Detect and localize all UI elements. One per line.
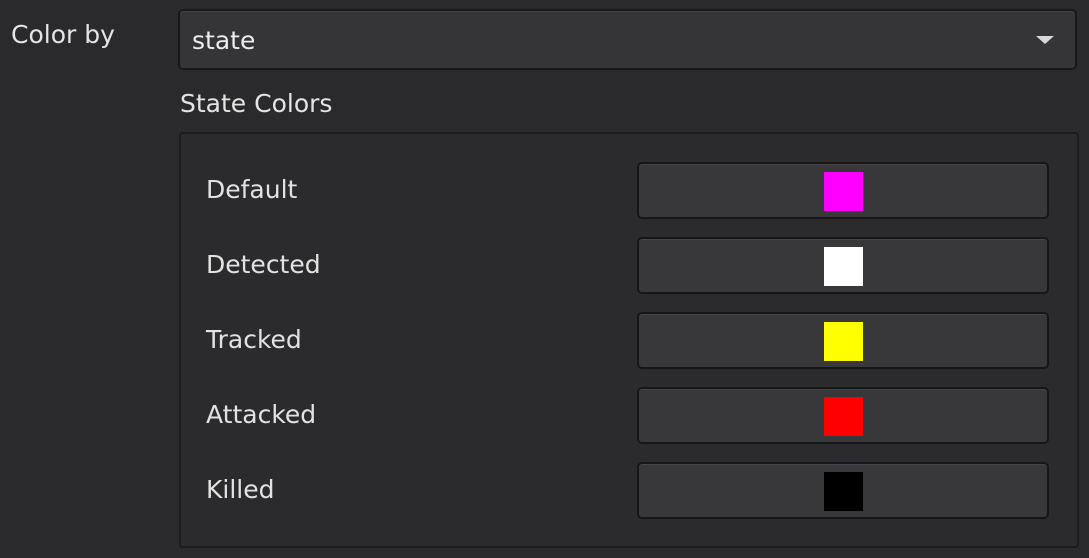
- chevron-down-icon: [1036, 36, 1054, 44]
- state-row-killed: Killed: [181, 462, 1077, 519]
- state-label-detected: Detected: [206, 250, 321, 279]
- attacked-color-swatch: [824, 397, 863, 436]
- attacked-color-button[interactable]: [637, 387, 1049, 444]
- state-label-tracked: Tracked: [206, 325, 302, 354]
- state-row-tracked: Tracked: [181, 312, 1077, 369]
- tracked-color-swatch: [824, 322, 863, 361]
- color-by-selected-value: state: [192, 26, 256, 55]
- state-colors-group: Default Detected Tracked Attacked Killed: [179, 132, 1079, 548]
- default-color-swatch: [824, 172, 863, 211]
- killed-color-swatch: [824, 472, 863, 511]
- detected-color-button[interactable]: [637, 237, 1049, 294]
- state-label-default: Default: [206, 175, 298, 204]
- detected-color-swatch: [824, 247, 863, 286]
- color-by-dropdown[interactable]: state: [178, 9, 1077, 70]
- killed-color-button[interactable]: [637, 462, 1049, 519]
- state-row-detected: Detected: [181, 237, 1077, 294]
- state-label-attacked: Attacked: [206, 400, 317, 429]
- state-row-default: Default: [181, 162, 1077, 219]
- state-colors-title: State Colors: [180, 89, 333, 118]
- state-label-killed: Killed: [206, 475, 275, 504]
- tracked-color-button[interactable]: [637, 312, 1049, 369]
- default-color-button[interactable]: [637, 162, 1049, 219]
- state-row-attacked: Attacked: [181, 387, 1077, 444]
- color-by-label: Color by: [11, 20, 115, 49]
